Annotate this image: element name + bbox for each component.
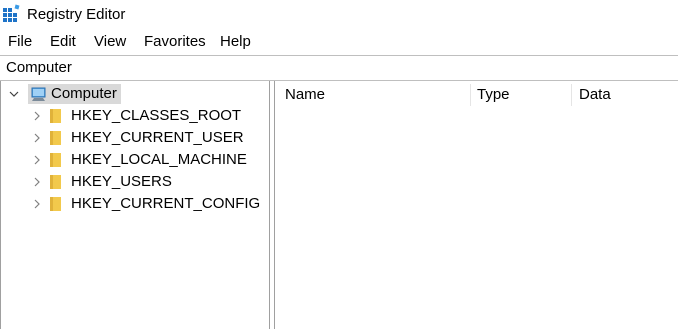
tree-item-computer[interactable]: Computer (1, 83, 267, 105)
tree-item-hkey-current-config[interactable]: HKEY_CURRENT_CONFIG (1, 193, 267, 215)
column-divider[interactable] (470, 84, 471, 106)
tree-item-label: HKEY_LOCAL_MACHINE (71, 151, 247, 168)
chevron-right-icon[interactable] (32, 177, 42, 187)
chevron-right-icon[interactable] (32, 155, 42, 165)
folder-icon (50, 131, 61, 145)
menu-edit[interactable]: Edit (50, 31, 76, 53)
tree-item-hkey-classes-root[interactable]: HKEY_CLASSES_ROOT (1, 105, 267, 127)
chevron-right-icon[interactable] (32, 199, 42, 209)
chevron-down-icon[interactable] (9, 89, 19, 99)
menu-help[interactable]: Help (220, 31, 251, 53)
computer-icon (31, 87, 46, 101)
tree-item-hkey-current-user[interactable]: HKEY_CURRENT_USER (1, 127, 267, 149)
tree-item-label: HKEY_CURRENT_CONFIG (71, 195, 261, 212)
registry-editor-icon (3, 4, 20, 22)
tree-item-label: HKEY_CURRENT_USER (71, 129, 244, 146)
chevron-right-icon[interactable] (32, 133, 42, 143)
menu-view[interactable]: View (94, 31, 126, 53)
tree-pane[interactable]: Computer HKEY_CLASSES_ROOT HKEY_CURRENT_… (0, 81, 270, 329)
address-path[interactable]: Computer (6, 58, 72, 78)
address-bar[interactable]: Computer (0, 55, 678, 81)
column-header-type[interactable]: Type (477, 83, 510, 107)
menu-favorites[interactable]: Favorites (144, 31, 206, 53)
tree-item-hkey-local-machine[interactable]: HKEY_LOCAL_MACHINE (1, 149, 267, 171)
column-header-name[interactable]: Name (285, 83, 325, 107)
column-header-data[interactable]: Data (579, 83, 611, 107)
tree-item-label: Computer (51, 85, 117, 102)
values-list-pane[interactable]: Name Type Data (274, 81, 680, 329)
window-title: Registry Editor (27, 6, 126, 23)
folder-icon (50, 153, 61, 167)
menu-file[interactable]: File (8, 31, 32, 53)
column-divider[interactable] (571, 84, 572, 106)
title-bar[interactable]: Registry Editor (0, 0, 680, 30)
folder-icon (50, 175, 61, 189)
menu-bar: File Edit View Favorites Help (0, 31, 680, 53)
folder-icon (50, 197, 61, 211)
tree-item-hkey-users[interactable]: HKEY_USERS (1, 171, 267, 193)
tree-item-label: HKEY_CLASSES_ROOT (71, 107, 242, 124)
chevron-right-icon[interactable] (32, 111, 42, 121)
tree-item-label: HKEY_USERS (71, 173, 172, 190)
folder-icon (50, 109, 61, 123)
registry-editor-window: Registry Editor File Edit View Favorites… (0, 0, 680, 329)
